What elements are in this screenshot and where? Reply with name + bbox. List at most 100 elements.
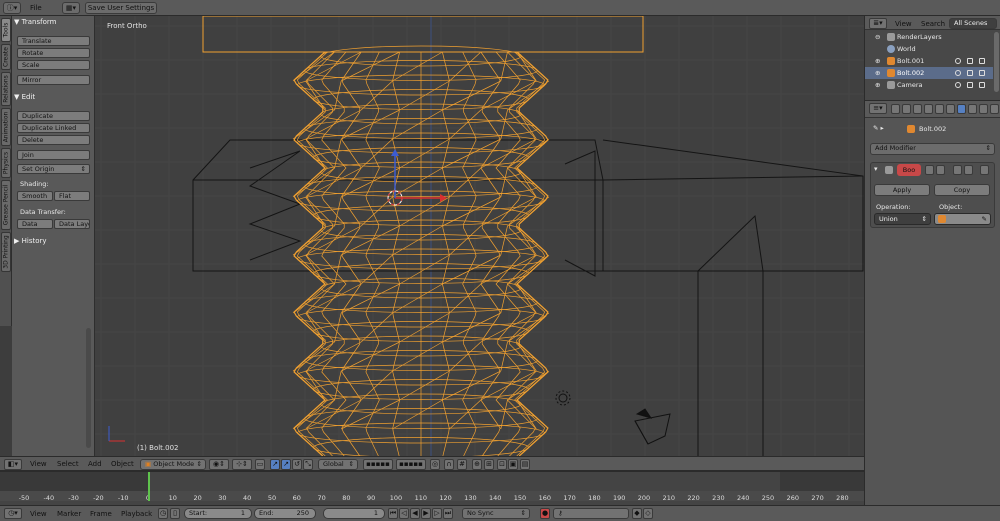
limit-selection-button[interactable]: ▭: [255, 459, 265, 470]
translate-button[interactable]: Translate: [17, 36, 90, 46]
smooth-button[interactable]: Smooth: [17, 191, 53, 201]
play-reverse-button[interactable]: ◀: [410, 508, 420, 519]
preview-range-toggle[interactable]: ◷: [158, 508, 168, 519]
lock-range-toggle[interactable]: ▯: [170, 508, 180, 519]
render-camera-icon[interactable]: [979, 70, 985, 76]
layers-grid-2[interactable]: ▪▪▪▪▪: [396, 459, 426, 470]
eyedropper-icon[interactable]: ✎: [982, 214, 987, 224]
visibility-eye-icon[interactable]: [955, 58, 961, 64]
editor-type-info-button[interactable]: ⓘ▾: [3, 2, 21, 14]
join-button[interactable]: Join: [17, 150, 90, 160]
tool-shelf-scrollbar[interactable]: [86, 328, 91, 448]
apply-button[interactable]: Apply: [874, 184, 930, 196]
delete-button[interactable]: Delete: [17, 135, 90, 145]
rotate-manipulator-toggle[interactable]: ↺: [292, 459, 302, 470]
material-tab[interactable]: [979, 104, 988, 114]
collapse-arrow-icon[interactable]: ▾: [874, 165, 878, 173]
outliner-item-bolt-001[interactable]: ⊕ Bolt.001: [865, 55, 993, 67]
current-frame-cursor[interactable]: [148, 472, 150, 501]
snap-target-button[interactable]: ⊕: [472, 459, 482, 470]
render-layers-tab[interactable]: [902, 104, 911, 114]
pivot-point-dropdown[interactable]: ⊹⇕: [232, 459, 252, 470]
select-menu[interactable]: Select: [57, 459, 79, 469]
outliner-item-world[interactable]: World: [865, 43, 993, 55]
timeline-editor-type-button[interactable]: ◷▾: [4, 508, 22, 519]
object-tab[interactable]: [935, 104, 944, 114]
scene-tab[interactable]: [913, 104, 922, 114]
layout-switch-button[interactable]: ▦▾: [62, 2, 80, 14]
pin-icon[interactable]: ✎ ▸: [873, 124, 884, 132]
translate-manipulator-toggle[interactable]: ↗: [281, 459, 291, 470]
texture-tab[interactable]: [990, 104, 999, 114]
outliner-scrollbar[interactable]: [994, 32, 999, 92]
outliner-view-menu[interactable]: View: [895, 19, 912, 29]
transform-orientation-dropdown[interactable]: Global ⇕: [318, 459, 358, 470]
mirror-button[interactable]: Mirror: [17, 75, 90, 85]
jump-start-button[interactable]: ⏮: [388, 508, 398, 519]
visibility-eye-icon[interactable]: [955, 70, 961, 76]
selectable-arrow-icon[interactable]: [967, 58, 973, 64]
render-camera-icon[interactable]: [979, 58, 985, 64]
delete-keyframe-button[interactable]: ◇: [643, 508, 653, 519]
current-frame-field[interactable]: 1: [323, 508, 385, 519]
edit-panel-header[interactable]: ▼ Edit: [14, 92, 93, 103]
constraints-tab[interactable]: [946, 104, 955, 114]
object-menu[interactable]: Object: [111, 459, 134, 469]
timeline-area[interactable]: -50-40-30-20-100102030405060708090100110…: [0, 471, 864, 505]
snap-toggle[interactable]: ∩: [444, 459, 454, 470]
jump-end-button[interactable]: ⏭: [443, 508, 453, 519]
play-button[interactable]: ▶: [421, 508, 431, 519]
3d-viewport[interactable]: Front Ortho (1) Bolt.002: [95, 16, 864, 456]
viewport-shading-dropdown[interactable]: ◉⇕: [209, 459, 229, 470]
world-tab[interactable]: [924, 104, 933, 114]
tab-physics[interactable]: Physics: [1, 148, 11, 178]
render-animation-button[interactable]: ▤: [520, 459, 530, 470]
end-frame-field[interactable]: End: 250: [254, 508, 316, 519]
transform-panel-header[interactable]: ▼ Transform: [14, 17, 93, 28]
show-in-viewport-toggle[interactable]: [936, 165, 945, 175]
scale-manipulator-toggle[interactable]: ⤡: [303, 459, 313, 470]
selectable-arrow-icon[interactable]: [967, 82, 973, 88]
selectable-arrow-icon[interactable]: [967, 70, 973, 76]
view-menu[interactable]: View: [30, 459, 47, 469]
properties-editor-type-button[interactable]: ≡▾: [869, 103, 887, 114]
insert-keyframe-button[interactable]: ◆: [632, 508, 642, 519]
outliner-item-camera[interactable]: ⊕ Camera: [865, 79, 993, 91]
manipulator-toggle[interactable]: ↗: [270, 459, 280, 470]
snap-element-dropdown[interactable]: #: [457, 459, 467, 470]
frame-menu[interactable]: Frame: [90, 509, 112, 519]
start-frame-field[interactable]: Start: 1: [184, 508, 252, 519]
display-mode-dropdown[interactable]: All Scenes: [949, 18, 997, 29]
copy-button[interactable]: Copy: [934, 184, 990, 196]
add-modifier-dropdown[interactable]: Add Modifier ⇕: [870, 143, 995, 155]
history-panel-header[interactable]: ▶ History: [14, 236, 93, 247]
project-button[interactable]: ⊡: [497, 459, 507, 470]
data-tab[interactable]: [968, 104, 977, 114]
viewport-editor-type-button[interactable]: ◧▾: [4, 459, 22, 470]
render-tab[interactable]: [891, 104, 900, 114]
rotate-button[interactable]: Rotate: [17, 48, 90, 58]
jump-next-key-button[interactable]: ▷: [432, 508, 442, 519]
operation-dropdown[interactable]: Union ⇕: [874, 213, 931, 225]
data-layout-button[interactable]: Data Layo: [54, 219, 90, 229]
timeline-view-menu[interactable]: View: [30, 509, 47, 519]
outliner-item-renderlayers[interactable]: ⊖ RenderLayers: [865, 31, 993, 43]
duplicate-button[interactable]: Duplicate: [17, 111, 90, 121]
add-menu[interactable]: Add: [88, 459, 102, 469]
tab-3d-printing[interactable]: 3D Printing: [1, 232, 11, 272]
auto-keying-button[interactable]: ●: [540, 508, 550, 519]
timeline-ruler[interactable]: [0, 491, 864, 501]
scale-button[interactable]: Scale: [17, 60, 90, 70]
data-transfer-button[interactable]: Data: [17, 219, 53, 229]
outliner-editor-type-button[interactable]: ≣▾: [869, 18, 887, 29]
tab-tools[interactable]: Tools: [1, 18, 11, 42]
outliner-search-menu[interactable]: Search: [921, 19, 945, 29]
render-still-button[interactable]: ▣: [508, 459, 518, 470]
save-user-settings-button[interactable]: Save User Settings: [85, 2, 157, 14]
set-origin-dropdown[interactable]: Set Origin ⇕: [17, 164, 90, 174]
tab-animation[interactable]: Animation: [1, 108, 11, 146]
layers-grid-1[interactable]: ▪▪▪▪▪: [363, 459, 393, 470]
move-down-button[interactable]: [964, 165, 973, 175]
playback-menu[interactable]: Playback: [121, 509, 152, 519]
keying-set-field[interactable]: ⚷: [553, 508, 629, 519]
